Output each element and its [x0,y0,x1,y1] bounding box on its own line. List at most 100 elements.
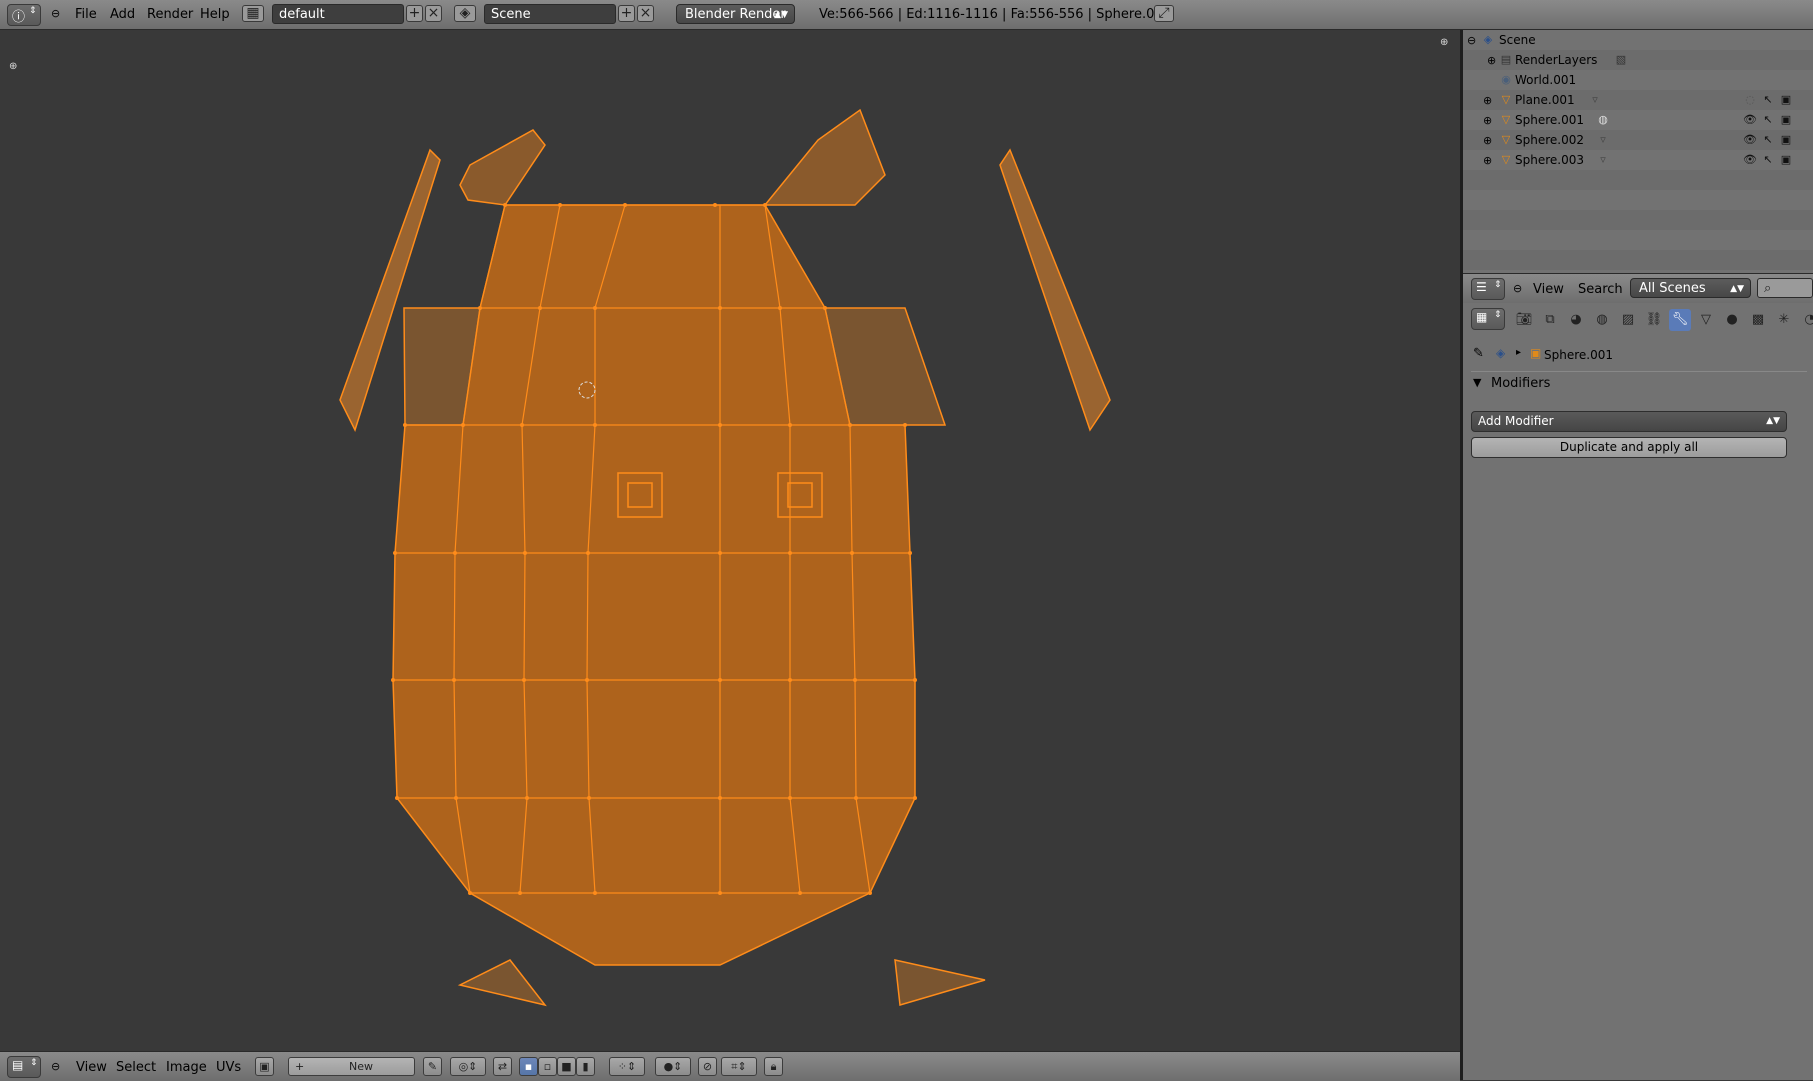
collapse-icon[interactable]: ⊖ [1467,34,1476,47]
object-tab-icon[interactable]: ▨ [1617,309,1639,331]
particles-tab-icon[interactable]: ✳ [1773,309,1795,331]
cursor-icon[interactable]: ↖ [1761,113,1775,127]
outliner-row-sphere001[interactable]: ⊕ ▽ Sphere.001 ◍ 👁︎ ↖ ▣ [1463,110,1813,130]
snap-target-dropdown[interactable]: ⌗⇕ [721,1057,757,1076]
constraints-tab-icon[interactable]: ⛓︎ [1643,309,1665,331]
scene-context-icon: ◈ [1496,346,1506,360]
eye-icon[interactable]: 👁︎ [1743,153,1757,167]
outliner-row-scene[interactable]: ⊖ ◈ Scene [1463,30,1813,50]
face-select-icon[interactable]: ■ [557,1057,576,1076]
menu-search[interactable]: Search [1578,282,1623,297]
editor-type-button[interactable]: ☰ ⇕ [1471,278,1505,300]
uv-vertex [868,891,872,895]
sync-selection-icon[interactable]: ⇄ [493,1057,512,1076]
proportional-edit-dropdown[interactable]: ●⇕ [655,1057,691,1076]
display-mode-dropdown[interactable]: All Scenes ▲▼ [1630,278,1751,298]
fullscreen-icon[interactable]: ⤢ [1154,5,1174,22]
collapse-menu-icon[interactable]: ⊖ [51,7,60,20]
physics-tab-icon[interactable]: ◔ [1799,309,1813,331]
render-engine-dropdown[interactable]: Blender Render ▲▼ [676,4,795,24]
snap-icon[interactable]: ⊘ [698,1057,717,1076]
cursor-icon[interactable]: ↖ [1761,93,1775,107]
camera-icon[interactable]: ▣ [1779,133,1793,147]
expand-icon[interactable]: ⊕ [1487,54,1496,67]
expand-icon[interactable]: ⊕ [1483,94,1492,107]
new-image-button[interactable]: + New [288,1057,415,1076]
eye-icon[interactable]: ◌ [1743,93,1757,107]
menu-select[interactable]: Select [116,1060,156,1075]
screen-layout-field[interactable]: default [272,4,404,24]
lock-icon[interactable]: 🔒︎ [764,1057,783,1076]
remove-layout-button[interactable]: × [425,5,442,22]
material-tab-icon[interactable]: ● [1721,309,1743,331]
expand-icon[interactable]: ⊕ [1483,134,1492,147]
collapse-menu-icon[interactable]: ⊖ [51,1060,60,1073]
eye-icon[interactable]: 👁︎ [1743,113,1757,127]
edge-select-icon[interactable]: ▫ [538,1057,557,1076]
chevron-updown-icon: ⇕ [29,6,37,16]
eye-icon[interactable]: 👁︎ [1743,133,1757,147]
vertex-select-icon[interactable]: ▪ [519,1057,538,1076]
outliner-label: Sphere.001 [1515,113,1584,127]
pin-icon[interactable]: ✎ [423,1057,442,1076]
modifiers-tab-icon[interactable]: 🔧︎ [1669,309,1691,331]
collapse-menu-icon[interactable]: ⊖ [1513,282,1522,295]
data-tab-icon[interactable]: ▽ [1695,309,1717,331]
expand-icon[interactable]: ⊕ [1483,154,1492,167]
uv-vertex [593,306,597,310]
menu-file[interactable]: File [75,7,97,22]
menu-add[interactable]: Add [110,7,135,22]
camera-icon[interactable]: ▣ [1779,93,1793,107]
uv-vertex [913,678,917,682]
render-layers-tab-icon[interactable]: ⧉ [1539,309,1561,331]
image-browse-icon[interactable]: ▣ [255,1057,274,1076]
add-layout-button[interactable]: + [406,5,423,22]
region-toggle-icon[interactable]: ⊕ [9,61,17,72]
uv-vertex [913,796,917,800]
editor-type-button[interactable]: ▤ ⇕ [7,1056,41,1078]
chevron-updown-icon: ⇕ [1494,310,1502,320]
editor-type-button[interactable]: ⓘ ⇕ [7,4,41,26]
scene-tab-icon[interactable]: ◕ [1565,309,1587,331]
pivot-dropdown[interactable]: ◎⇕ [450,1057,486,1076]
search-input[interactable]: ⌕ [1757,278,1813,298]
camera-icon[interactable]: ▣ [1779,113,1793,127]
uv-flap [894,959,986,1006]
modifiers-panel-header[interactable]: ▼ Modifiers [1471,371,1807,394]
camera-icon[interactable]: ▣ [1779,153,1793,167]
uv-vertex [587,796,591,800]
screen-layout-icon[interactable]: ▦ [242,5,264,22]
menu-uvs[interactable]: UVs [216,1060,241,1075]
outliner-row-renderlayers[interactable]: ⊕ ▤ RenderLayers ▧ [1463,50,1813,70]
uv-vertex [798,891,802,895]
menu-view[interactable]: View [1533,282,1564,297]
add-modifier-dropdown[interactable]: Add Modifier ▲▼ [1471,411,1787,432]
outliner-row-world[interactable]: ◉ World.001 [1463,70,1813,90]
duplicate-apply-all-button[interactable]: Duplicate and apply all [1471,437,1787,458]
sticky-select-dropdown[interactable]: ⁘⇕ [609,1057,645,1076]
island-select-icon[interactable]: ▮ [576,1057,595,1076]
texture-tab-icon[interactable]: ▩ [1747,309,1769,331]
uv-editor-viewport[interactable]: ⊕ ⊕ [0,30,1460,1051]
remove-scene-button[interactable]: × [637,5,654,22]
world-tab-icon[interactable]: ◍ [1591,309,1613,331]
uv-vertex [461,423,465,427]
menu-help[interactable]: Help [200,7,230,22]
add-scene-button[interactable]: + [618,5,635,22]
expand-icon[interactable]: ⊕ [1483,114,1492,127]
cursor-icon[interactable]: ↖ [1761,153,1775,167]
outliner-row-sphere002[interactable]: ⊕ ▽ Sphere.002 ▿ 👁︎ ↖ ▣ [1463,130,1813,150]
scene-field[interactable]: Scene [484,4,616,24]
cursor-icon[interactable]: ↖ [1761,133,1775,147]
outliner-row-sphere003[interactable]: ⊕ ▽ Sphere.003 ▿ 👁︎ ↖ ▣ [1463,150,1813,170]
menu-image[interactable]: Image [166,1060,207,1075]
pin-icon[interactable]: ✎ [1473,346,1484,361]
uv-mesh[interactable] [0,30,1460,1051]
region-toggle-icon[interactable]: ⊕ [1440,37,1448,48]
menu-view[interactable]: View [76,1060,107,1075]
scene-icon[interactable]: ◈ [454,5,476,22]
editor-type-button[interactable]: ▦ ⇕ [1471,308,1505,330]
render-tab-icon[interactable]: 📷︎ [1513,309,1535,331]
outliner-row-plane[interactable]: ⊕ ▽ Plane.001 ▿ ◌ ↖ ▣ [1463,90,1813,110]
menu-render[interactable]: Render [147,7,193,22]
